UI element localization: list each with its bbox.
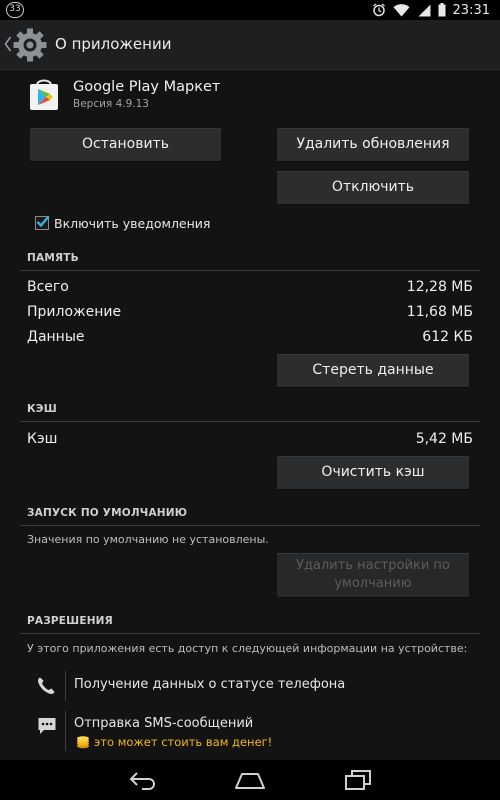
back-arrow-icon[interactable]: [128, 768, 158, 792]
notifications-checkbox[interactable]: [35, 215, 50, 230]
checkmark-icon: [36, 215, 50, 228]
alarm-icon: [372, 3, 385, 17]
permissions-divider: [20, 633, 480, 634]
action-bar: О приложении: [0, 20, 500, 70]
storage-total-value: 12,28 МБ: [406, 279, 473, 295]
notifications-label: Включить уведомления: [54, 216, 211, 231]
launch-defaults-divider: [20, 525, 480, 526]
cache-value: 5,42 МБ: [415, 431, 473, 447]
phone-icon: [38, 677, 55, 694]
storage-app-value: 11,68 МБ: [406, 304, 473, 320]
storage-data-value: 612 КБ: [422, 329, 473, 345]
recent-apps-icon[interactable]: [343, 768, 373, 792]
home-icon[interactable]: [234, 768, 266, 792]
navigation-bar: [0, 760, 500, 800]
permission-separator: [65, 711, 66, 751]
cost-warning: это может стоить вам денег!: [94, 735, 273, 749]
coins-icon: [77, 736, 89, 749]
battery-icon: [438, 3, 446, 17]
disable-button[interactable]: Отключить: [277, 171, 469, 204]
launch-defaults-header: ЗАПУСК ПО УМОЛЧАНИЮ: [27, 507, 188, 519]
sms-icon: [38, 718, 56, 734]
clear-defaults-button[interactable]: Удалить настройки по умолчанию: [277, 553, 469, 597]
storage-header: ПАМЯТЬ: [27, 252, 79, 264]
status-icons: 23:31: [372, 1, 490, 19]
cache-divider: [20, 421, 480, 422]
storage-divider: [20, 270, 480, 271]
permission-phone-status: Получение данных о статусе телефона: [74, 677, 346, 692]
signal-icon: [418, 4, 431, 16]
status-time: 23:31: [452, 2, 490, 18]
app-info-screen: 33 23:31 О приложении Google Play Маркет…: [0, 0, 500, 800]
force-stop-button[interactable]: Остановить: [30, 128, 221, 161]
notification-count-badge: 33: [6, 2, 24, 18]
google-play-store-icon: [30, 79, 58, 110]
cache-header: КЭШ: [27, 403, 57, 415]
wifi-icon: [393, 3, 410, 16]
clear-data-button[interactable]: Стереть данные: [277, 354, 469, 387]
settings-gear-icon[interactable]: [11, 26, 49, 64]
app-name: Google Play Маркет: [73, 79, 221, 95]
status-bar: 33 23:31: [0, 0, 500, 20]
permission-separator: [65, 671, 66, 701]
permissions-intro: У этого приложения есть доступ к следующ…: [27, 642, 468, 655]
launch-defaults-text: Значения по умолчанию не установлены.: [27, 533, 269, 546]
permissions-header: РАЗРЕШЕНИЯ: [27, 615, 113, 627]
clear-cache-button[interactable]: Очистить кэш: [277, 456, 469, 489]
storage-app-label: Приложение: [27, 304, 122, 320]
storage-data-label: Данные: [27, 329, 85, 345]
storage-total-label: Всего: [27, 279, 69, 295]
app-version: Версия 4.9.13: [73, 98, 149, 110]
permission-send-sms: Отправка SMS-сообщений: [74, 716, 254, 731]
page-title: О приложении: [55, 35, 172, 53]
cache-label: Кэш: [27, 431, 58, 447]
uninstall-updates-button[interactable]: Удалить обновления: [277, 128, 469, 161]
